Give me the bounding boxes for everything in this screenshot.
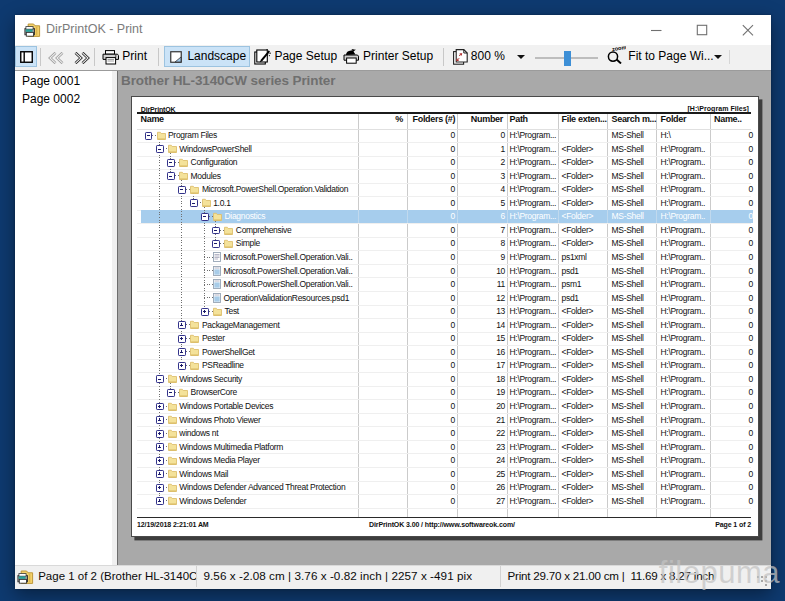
svg-text:zoom: zoom: [611, 46, 625, 52]
